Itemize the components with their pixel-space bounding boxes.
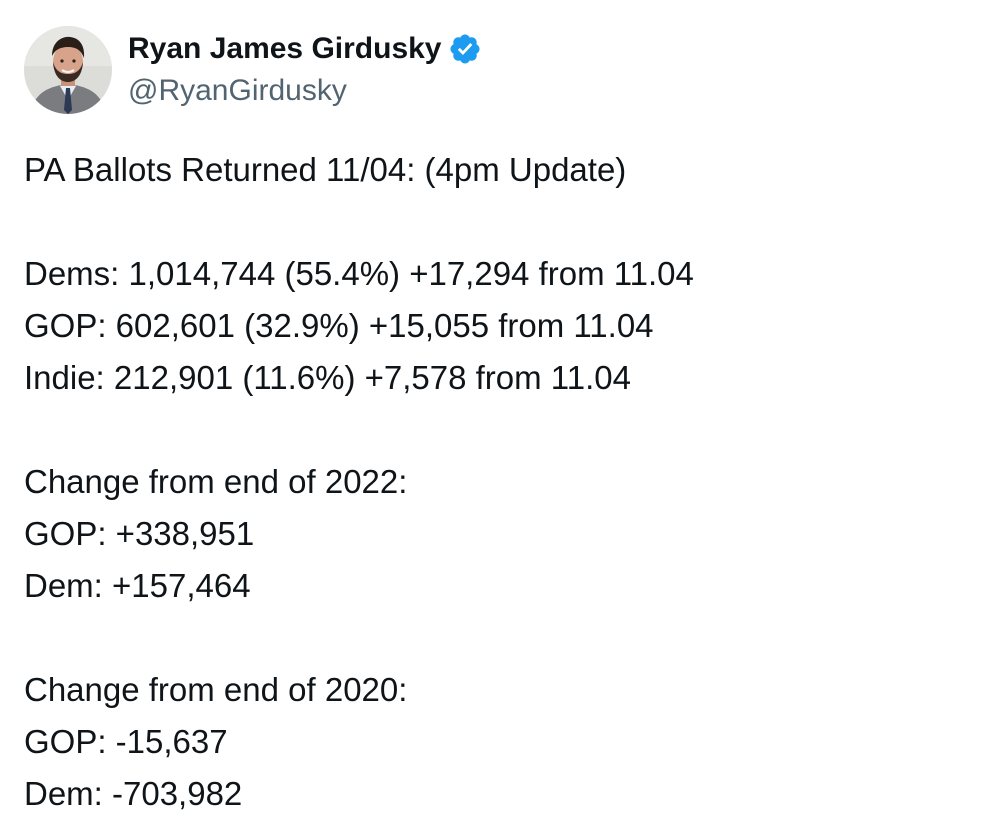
verified-badge-icon (448, 32, 482, 66)
tweet-line-dems: Dems: 1,014,744 (55.4%) +17,294 from 11.… (24, 255, 694, 292)
author-names: Ryan James Girdusky @RyanGirdusky (128, 31, 482, 109)
tweet-line-change-2022-heading: Change from end of 2022: (24, 463, 408, 500)
tweet-line-indie: Indie: 212,901 (11.6%) +7,578 from 11.04 (24, 359, 631, 396)
tweet-line-title: PA Ballots Returned 11/04: (4pm Update) (24, 151, 627, 188)
tweet-text: PA Ballots Returned 11/04: (4pm Update) … (24, 144, 974, 820)
tweet-line-change-2020-gop: GOP: -15,637 (24, 723, 228, 760)
tweet-line-change-2020-dem: Dem: -703,982 (24, 775, 243, 812)
avatar-photo-icon (24, 26, 112, 114)
tweet-line-change-2020-heading: Change from end of 2020: (24, 671, 408, 708)
author-handle[interactable]: @RyanGirdusky (128, 73, 482, 109)
tweet-card: Ryan James Girdusky @RyanGirdusky PA Bal… (0, 0, 1002, 830)
tweet-line-change-2022-gop: GOP: +338,951 (24, 515, 255, 552)
tweet-line-change-2022-dem: Dem: +157,464 (24, 567, 251, 604)
tweet-line-gop: GOP: 602,601 (32.9%) +15,055 from 11.04 (24, 307, 654, 344)
author-display-name[interactable]: Ryan James Girdusky (128, 31, 442, 67)
tweet-header: Ryan James Girdusky @RyanGirdusky (24, 24, 482, 116)
author-name-row[interactable]: Ryan James Girdusky (128, 31, 482, 67)
avatar[interactable] (24, 26, 112, 114)
